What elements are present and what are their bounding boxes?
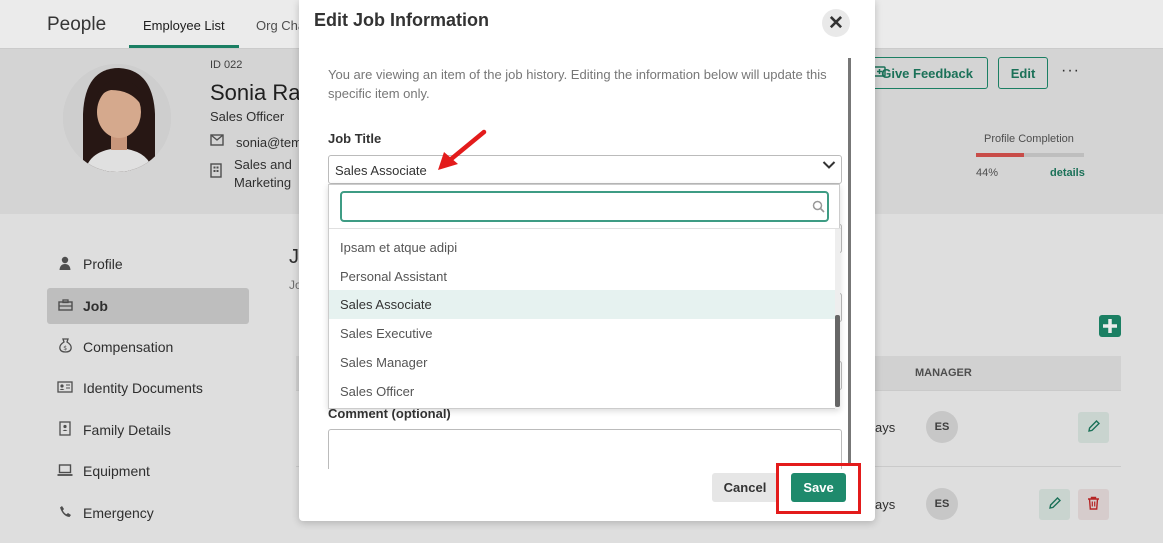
dropdown-option[interactable]: Sales Manager	[329, 348, 835, 377]
dialog-title: Edit Job Information	[314, 10, 489, 30]
dropdown-search-input[interactable]	[340, 191, 829, 222]
dropdown-option-selected[interactable]: Sales Associate	[329, 290, 835, 319]
dialog-scrollbar[interactable]	[848, 58, 851, 463]
dropdown-scrollbar[interactable]	[835, 229, 840, 409]
close-icon[interactable]: ✕	[822, 9, 850, 37]
dialog-scrollbar-thumb[interactable]	[848, 58, 851, 463]
dropdown-divider	[329, 228, 841, 229]
dropdown-scrollbar-thumb[interactable]	[835, 315, 840, 407]
dropdown-option[interactable]: Personal Assistant	[329, 262, 835, 291]
job-title-dropdown: Ipsam et atque adipi Personal Assistant …	[328, 184, 841, 409]
dropdown-option[interactable]: Sales Executive	[329, 319, 835, 348]
search-icon	[812, 200, 825, 213]
annotation-arrow-icon	[438, 129, 487, 170]
chevron-down-icon[interactable]	[822, 157, 836, 175]
annotation-highlight-box	[776, 463, 861, 514]
dialog-description: You are viewing an item of the job histo…	[328, 67, 827, 101]
job-title-label: Job Title	[328, 131, 382, 146]
cancel-button[interactable]: Cancel	[712, 473, 778, 502]
dropdown-option[interactable]: Sales Officer	[329, 377, 835, 406]
dropdown-option[interactable]: Ipsam et atque adipi	[329, 233, 835, 262]
comment-textarea[interactable]	[328, 429, 842, 469]
job-title-select[interactable]: Sales Associate	[328, 155, 842, 184]
edit-job-information-dialog: Edit Job Information ✕ You are viewing a…	[299, 0, 875, 521]
